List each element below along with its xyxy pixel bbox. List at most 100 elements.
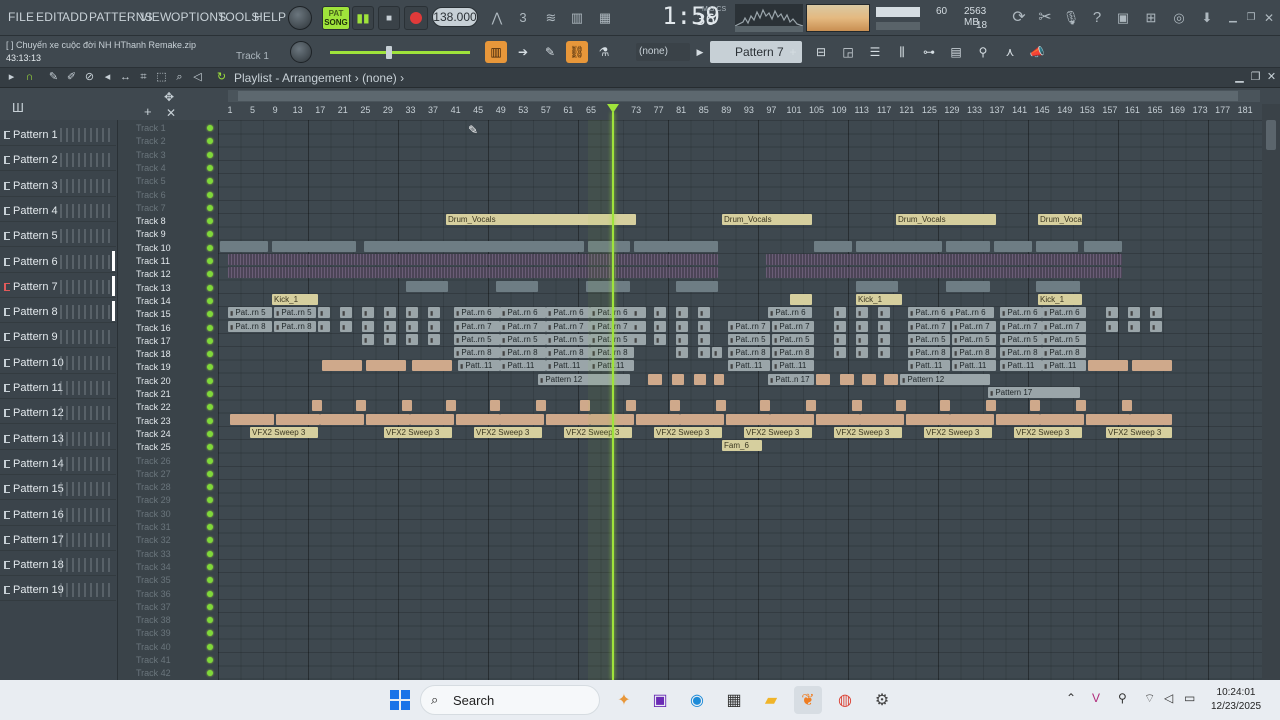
playlist-clip[interactable]: Pat..rn 6 (1042, 307, 1086, 319)
playlist-clip[interactable]: VFX2 Sweep 3 (1106, 426, 1172, 438)
track-mute-led[interactable] (207, 603, 213, 610)
playlist-clip[interactable]: Patt..11 (728, 360, 770, 372)
menu-edit[interactable]: EDIT (36, 10, 64, 24)
playlist-clip[interactable]: Pat..rn 7 (772, 320, 814, 332)
window-restore-icon[interactable]: ❐ (1248, 70, 1263, 85)
playlist-clip[interactable] (676, 280, 718, 292)
playlist-clip[interactable] (632, 307, 646, 319)
playlist-clip[interactable] (272, 240, 356, 252)
track-header[interactable]: Track 24 (118, 428, 218, 441)
mute-icon[interactable]: ◂ (100, 70, 115, 85)
master-volume-knob[interactable] (288, 6, 312, 30)
playlist-clip[interactable]: Pat..rn 7 (454, 320, 500, 332)
playlist-clip[interactable] (1036, 240, 1078, 252)
pattern-item[interactable]: Pattern 3 (0, 173, 116, 197)
playlist-clip[interactable] (428, 307, 440, 319)
playlist-clip[interactable] (806, 400, 816, 412)
track-header[interactable]: Track 13 (118, 282, 218, 295)
track-header[interactable]: Track 16 (118, 322, 218, 335)
menu-help[interactable]: HELP (254, 10, 286, 24)
playlist-clip[interactable] (1128, 320, 1140, 332)
track-header[interactable]: Track 2 (118, 135, 218, 148)
playlist-clip[interactable] (632, 333, 646, 345)
playlist-clip[interactable] (362, 307, 374, 319)
playlist-clip[interactable] (950, 413, 994, 425)
playlist-clip[interactable] (1150, 320, 1162, 332)
playlist-clip[interactable] (340, 320, 352, 332)
playlist-clip[interactable] (698, 347, 710, 359)
playlist-clip[interactable] (406, 307, 418, 319)
playlist-clip[interactable] (1084, 240, 1122, 252)
faders-icon[interactable]: ⫼ (891, 41, 913, 63)
playlist-clip[interactable] (322, 360, 362, 372)
arrangement-name[interactable]: (none) (362, 71, 397, 85)
track-mute-led[interactable] (207, 577, 213, 584)
playlist-clip[interactable]: Pat..rn 6 (500, 307, 546, 319)
playlist-clip[interactable] (1128, 307, 1140, 319)
playlist-clip[interactable] (654, 320, 666, 332)
track-mute-led[interactable] (207, 563, 213, 570)
download-icon[interactable]: ⬇ (1196, 8, 1218, 28)
menu-file[interactable]: FILE (8, 10, 34, 24)
playlist-clip[interactable] (634, 240, 718, 252)
playlist-clip[interactable] (410, 413, 454, 425)
loop-record-icon[interactable]: ▦ (594, 8, 616, 28)
playlist-clip[interactable]: Patt..11 (546, 360, 590, 372)
track-mute-led[interactable] (207, 258, 213, 264)
playlist-clip[interactable] (490, 400, 500, 412)
track-mute-led[interactable] (207, 244, 213, 251)
playhead[interactable] (612, 112, 614, 680)
playlist-clip[interactable]: Pat..rn 8 (1042, 347, 1086, 359)
snap-select[interactable]: (none) (636, 43, 690, 61)
playlist-clip[interactable] (362, 320, 374, 332)
save-icon[interactable]: ▣ (1112, 8, 1134, 28)
playlist-clip[interactable]: Pat..rn 6 (454, 307, 500, 319)
playlist-clip[interactable]: VFX2 Sweep 3 (384, 426, 452, 438)
playlist-clip[interactable] (626, 400, 636, 412)
playlist-clip[interactable]: Pat..rn 5 (1000, 333, 1042, 345)
playlist-clip[interactable] (654, 333, 666, 345)
pattern-item[interactable]: Pattern 16 (0, 502, 116, 526)
move-icon[interactable]: ✥ (164, 90, 174, 104)
playlist-clip[interactable] (878, 333, 890, 345)
track-header[interactable]: Track 9 (118, 228, 218, 241)
playlist-clip[interactable]: Pat..rn 5 (952, 333, 996, 345)
playlist-clip[interactable]: Drum_Vocals (896, 214, 996, 226)
track-header[interactable]: Track 14 (118, 295, 218, 308)
playlist-clip[interactable] (312, 400, 322, 412)
playlist-clip[interactable] (228, 267, 718, 279)
track-mute-led[interactable] (207, 550, 213, 557)
track-header[interactable]: Track 25 (118, 441, 218, 454)
playlist-clip[interactable]: Pat..rn 5 (772, 333, 814, 345)
track-header[interactable]: Track 11 (118, 255, 218, 268)
close-icon[interactable]: ✕ (1258, 8, 1280, 28)
song-overview-scrollbar[interactable] (228, 90, 1260, 102)
playlist-clip[interactable] (994, 240, 1032, 252)
cut-icon[interactable]: ✂ (1034, 8, 1056, 28)
playlist-clip[interactable]: Patt..11 (458, 360, 500, 372)
playlist-clip[interactable]: Pat..rn 5 (500, 333, 546, 345)
playlist-clip[interactable] (856, 333, 868, 345)
track-header[interactable]: Track 7 (118, 202, 218, 215)
file-explorer-icon[interactable]: ▰ (757, 686, 785, 714)
track-mute-led[interactable] (207, 617, 213, 624)
playlist-clip[interactable]: Drum_Vocals (722, 214, 812, 226)
taskbar-clock[interactable]: 10:24:01 12/23/2025 (1206, 686, 1266, 714)
playlist-clip[interactable] (816, 413, 860, 425)
tray-app-icon[interactable]: V (1092, 691, 1100, 705)
track-mute-led[interactable] (207, 151, 213, 158)
track-header[interactable]: Track 27 (118, 468, 218, 481)
pattern-item[interactable]: Pattern 14 (0, 451, 116, 475)
playlist-clip[interactable] (716, 400, 726, 412)
magnet-icon[interactable]: ∩ (22, 70, 37, 85)
playlist-clip[interactable] (384, 333, 396, 345)
track-mute-led[interactable] (207, 138, 213, 145)
playlist-clip[interactable] (384, 307, 396, 319)
track-mute-led[interactable] (207, 351, 213, 358)
playlist-clip[interactable]: Pat..rn 7 (952, 320, 996, 332)
playlist-clip[interactable] (362, 333, 374, 345)
play-button[interactable]: ▮▮ (352, 6, 374, 30)
delete-icon[interactable]: ⊘ (82, 70, 97, 85)
playlist-grid[interactable]: Drum_Vocals Drum_Vocals Drum_Vocals Drum_Vo… (218, 120, 1262, 680)
pencil-icon[interactable]: ✎ (46, 70, 61, 85)
